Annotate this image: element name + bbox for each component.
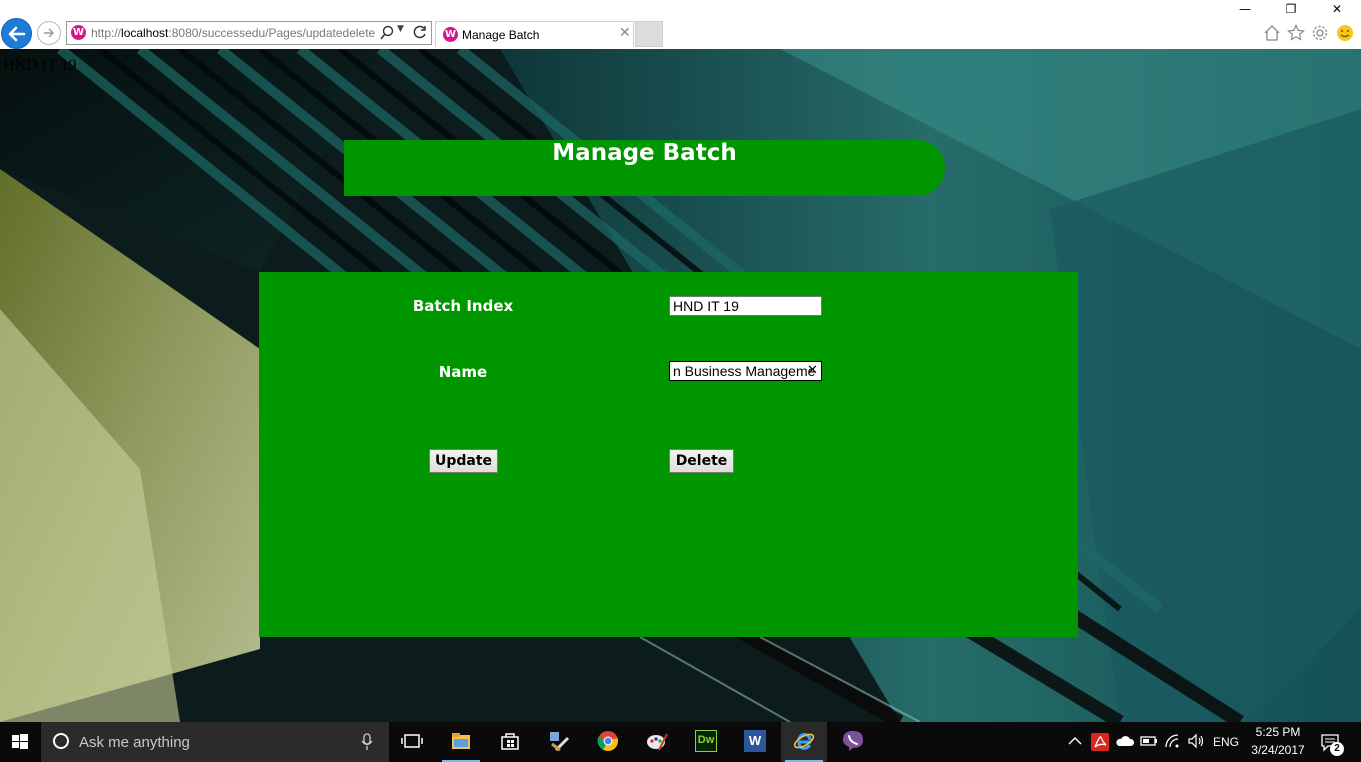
forward-button[interactable]: [37, 21, 61, 45]
language-indicator[interactable]: ENG: [1213, 735, 1239, 749]
update-button[interactable]: Update: [429, 449, 498, 473]
notification-count-badge: 2: [1330, 742, 1344, 756]
tab-title: Manage Batch: [462, 28, 540, 42]
favorites-star-icon[interactable]: [1287, 24, 1305, 42]
task-view-button[interactable]: [389, 722, 435, 762]
taskbar-internet-explorer[interactable]: [781, 722, 827, 762]
tab-favicon-icon: W: [443, 27, 458, 42]
chevron-down-icon[interactable]: ▼: [397, 24, 404, 34]
minimize-button[interactable]: —: [1222, 0, 1268, 18]
back-arrow-icon: [8, 26, 26, 42]
clock-time[interactable]: 5:25 PM: [1247, 725, 1309, 739]
close-icon[interactable]: ✕: [619, 25, 631, 41]
name-label: Name: [438, 363, 488, 381]
taskbar-paint[interactable]: [634, 722, 680, 762]
restore-button[interactable]: ❐: [1268, 0, 1314, 18]
delete-button[interactable]: Delete: [669, 449, 734, 473]
dreamweaver-icon: Dw: [695, 730, 717, 752]
search-icon[interactable]: [380, 25, 394, 41]
battery-icon[interactable]: [1140, 733, 1158, 749]
url-text[interactable]: http://localhost:8080/successedu/Pages/u…: [91, 26, 377, 40]
manage-batch-form: Batch Index HND IT 19 Name n Business Ma…: [259, 272, 1078, 637]
site-favicon-icon: W: [71, 25, 86, 40]
home-icon[interactable]: [1263, 24, 1281, 42]
page-title: Manage Batch: [552, 140, 737, 166]
page-header-banner: Manage Batch: [344, 140, 945, 196]
batch-index-input[interactable]: HND IT 19: [669, 296, 822, 316]
viber-icon: [843, 731, 863, 751]
microphone-icon[interactable]: [361, 733, 373, 751]
new-tab-button[interactable]: [635, 21, 663, 47]
gear-icon[interactable]: [1311, 24, 1329, 42]
windows-taskbar: Ask me anything Dw W ENG 5:25 PM 3/24/20…: [0, 722, 1361, 762]
speaker-icon[interactable]: [1187, 733, 1205, 749]
taskbar-tools[interactable]: [536, 722, 582, 762]
onedrive-cloud-icon[interactable]: [1115, 733, 1135, 749]
taskbar-viber[interactable]: [830, 722, 876, 762]
cortana-icon: [53, 733, 69, 749]
file-explorer-icon: [452, 733, 470, 749]
name-input-value: n Business Manageme: [673, 363, 816, 379]
taskbar-chrome[interactable]: [585, 722, 631, 762]
store-icon: [501, 733, 519, 750]
batch-index-label: Batch Index: [412, 297, 514, 315]
browser-chrome: W http://localhost:8080/successedu/Pages…: [0, 0, 1361, 49]
chrome-icon: [597, 731, 618, 751]
search-placeholder: Ask me anything: [79, 734, 190, 751]
clock-date[interactable]: 3/24/2017: [1247, 743, 1309, 757]
tools-icon: [550, 732, 570, 752]
paint-icon: [647, 733, 668, 751]
smiley-feedback-icon[interactable]: [1336, 24, 1354, 42]
name-input[interactable]: n Business Manageme ✕: [669, 361, 822, 381]
window-close-button[interactable]: ✕: [1314, 0, 1360, 18]
tab-manage-batch[interactable]: W Manage Batch ✕: [435, 21, 634, 47]
taskbar-file-explorer[interactable]: [438, 722, 484, 762]
taskbar-store[interactable]: [487, 722, 533, 762]
acrobat-icon[interactable]: [1091, 733, 1109, 751]
windows-start-icon[interactable]: [0, 722, 40, 762]
refresh-icon[interactable]: [412, 24, 428, 40]
wifi-icon[interactable]: [1164, 733, 1182, 749]
task-view-icon: [401, 734, 423, 748]
taskbar-dreamweaver[interactable]: Dw: [683, 722, 729, 762]
back-button[interactable]: [1, 18, 32, 49]
page-viewport: HND IT 19 Manage Batch Batch Index HND I…: [0, 49, 1361, 722]
ie-icon: [793, 733, 815, 750]
address-bar[interactable]: W http://localhost:8080/successedu/Pages…: [66, 21, 432, 45]
taskbar-word[interactable]: W: [732, 722, 778, 762]
clear-icon[interactable]: ✕: [807, 362, 818, 379]
batch-label-text: HND IT 19: [3, 57, 77, 74]
forward-arrow-icon: [44, 28, 55, 38]
chevron-up-icon[interactable]: [1068, 736, 1082, 746]
cortana-search-box[interactable]: Ask me anything: [41, 722, 389, 762]
word-icon: W: [744, 730, 766, 752]
